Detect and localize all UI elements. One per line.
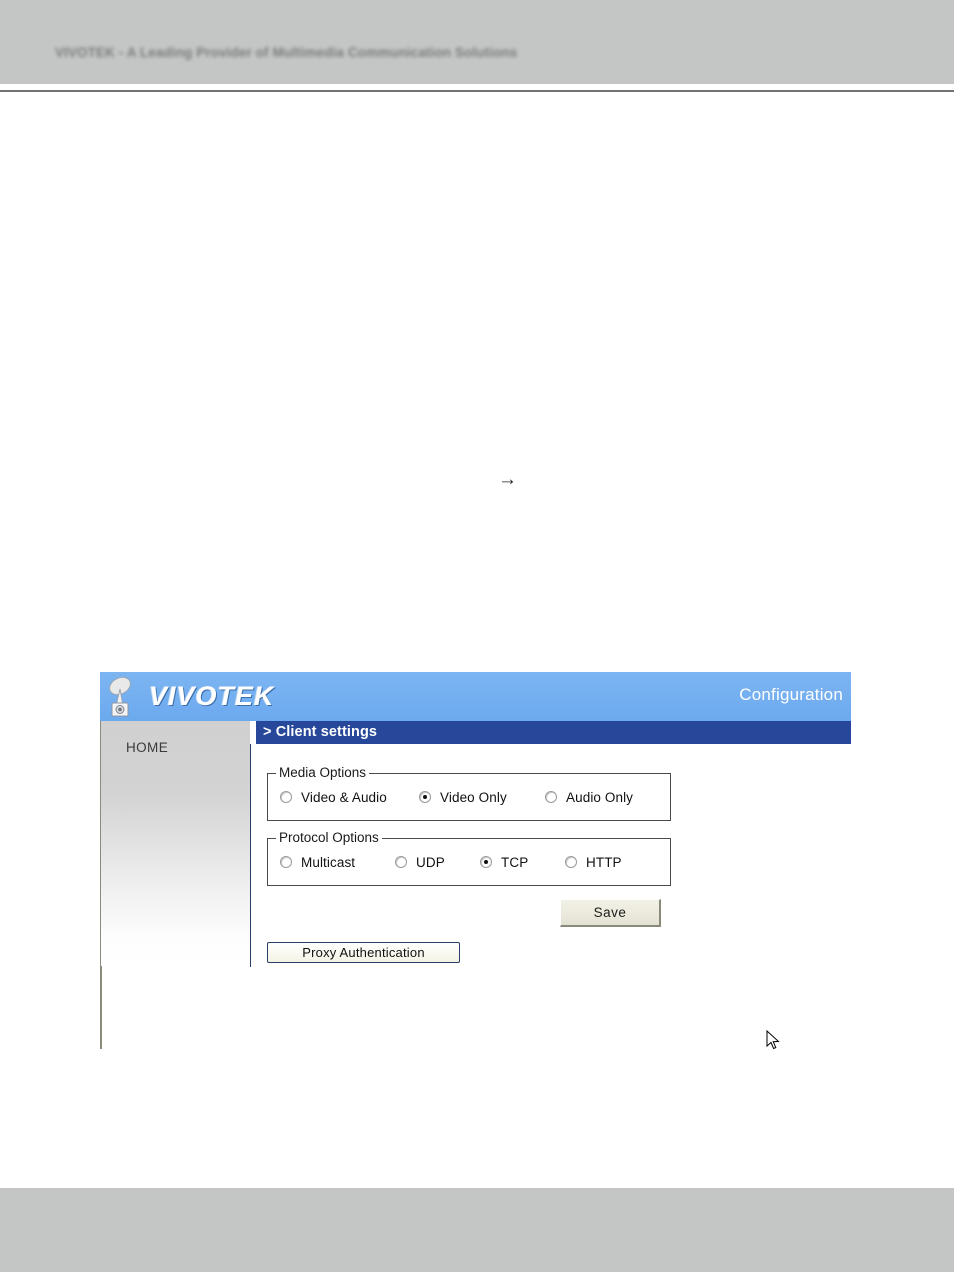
proxy-authentication-button[interactable]: Proxy Authentication	[267, 942, 460, 963]
configuration-label: Configuration	[739, 685, 843, 704]
radio-dot-audio-only[interactable]	[545, 791, 557, 803]
protocol-options-legend: Protocol Options	[276, 830, 382, 845]
media-options-group: Media Options Video & Audio Video Only A…	[267, 765, 671, 821]
page-header-bar	[0, 0, 954, 84]
radio-video-only[interactable]: Video Only	[419, 784, 507, 810]
radio-label-udp: UDP	[416, 854, 445, 870]
media-options-legend: Media Options	[276, 765, 370, 780]
radio-label-video-and-audio: Video & Audio	[301, 789, 387, 805]
save-button[interactable]: Save	[560, 899, 661, 927]
vivotek-wordmark: VIVOTEK	[149, 681, 275, 711]
camera-logo-icon	[109, 676, 131, 717]
media-options-row: Video & Audio Video Only Audio Only	[268, 784, 670, 810]
radio-dot-udp[interactable]	[395, 856, 407, 868]
device-web-ui-screenshot: VIVOTEK Configuration > Client settings …	[100, 672, 852, 1050]
radio-dot-video-and-audio[interactable]	[280, 791, 292, 803]
radio-label-audio-only: Audio Only	[566, 789, 634, 805]
radio-label-multicast: Multicast	[301, 854, 356, 870]
radio-label-http: HTTP	[586, 854, 622, 870]
page-header-title: VIVOTEK - A Leading Provider of Multimed…	[55, 45, 518, 60]
protocol-options-group: Protocol Options Multicast UDP TCP HTTP	[267, 830, 671, 886]
radio-multicast[interactable]: Multicast	[280, 849, 355, 875]
radio-dot-tcp[interactable]	[480, 856, 492, 868]
content-panel: Media Options Video & Audio Video Only A…	[256, 744, 852, 1050]
vivotek-logo: VIVOTEK	[103, 676, 274, 718]
page-title: > Client settings	[263, 724, 378, 740]
protocol-options-row: Multicast UDP TCP HTTP	[268, 849, 670, 875]
ui-titlebar: VIVOTEK Configuration	[100, 672, 851, 721]
header-divider-rule	[0, 90, 954, 92]
sidebar-item-home[interactable]: HOME	[126, 740, 168, 755]
radio-http[interactable]: HTTP	[565, 849, 622, 875]
radio-tcp[interactable]: TCP	[480, 849, 528, 875]
radio-label-tcp: TCP	[501, 854, 529, 870]
radio-video-and-audio[interactable]: Video & Audio	[280, 784, 387, 810]
radio-dot-http[interactable]	[565, 856, 577, 868]
radio-udp[interactable]: UDP	[395, 849, 445, 875]
right-arrow-icon: →	[498, 469, 517, 490]
mouse-cursor-icon	[766, 1030, 780, 1050]
sidebar-divider	[250, 744, 251, 967]
radio-label-video-only: Video Only	[440, 789, 507, 805]
radio-audio-only[interactable]: Audio Only	[545, 784, 633, 810]
radio-dot-video-only[interactable]	[419, 791, 431, 803]
page-title-bar: > Client settings	[256, 721, 851, 744]
sidebar: HOME	[101, 721, 250, 966]
radio-dot-multicast[interactable]	[280, 856, 292, 868]
page-footer-bar	[0, 1188, 954, 1272]
